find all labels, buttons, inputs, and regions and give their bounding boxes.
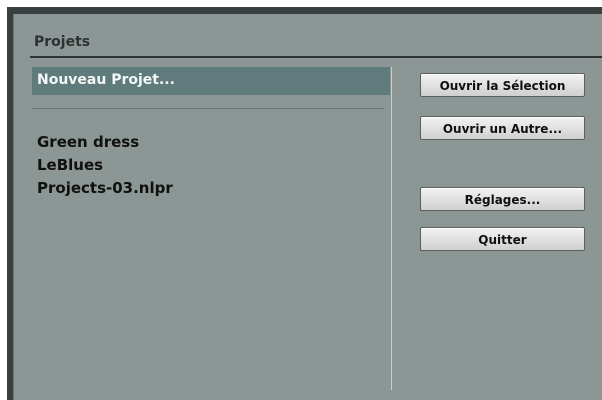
projects-dialog: Projets Nouveau Projet... Green dress Le…	[13, 14, 602, 400]
project-list: Nouveau Projet... Green dress LeBlues Pr…	[32, 67, 390, 389]
list-item-recent-project[interactable]: Green dress	[37, 131, 357, 153]
list-item-recent-project[interactable]: Projects-03.nlpr	[37, 177, 357, 199]
list-item-new-project[interactable]: Nouveau Projet...	[32, 67, 390, 95]
list-item-label: Nouveau Projet...	[37, 72, 175, 88]
list-item-recent-project[interactable]: LeBlues	[37, 154, 357, 176]
screen: Projets Nouveau Projet... Green dress Le…	[0, 0, 602, 400]
open-selection-button[interactable]: Ouvrir la Sélection	[420, 73, 585, 97]
settings-button[interactable]: Réglages...	[420, 187, 585, 211]
vertical-divider	[391, 67, 392, 390]
panel-title: Projets	[34, 34, 91, 50]
list-divider	[32, 108, 384, 109]
quit-button[interactable]: Quitter	[420, 227, 585, 251]
header-divider	[30, 56, 602, 58]
open-other-button[interactable]: Ouvrir un Autre...	[420, 116, 585, 140]
panel-header: Projets	[22, 26, 602, 60]
